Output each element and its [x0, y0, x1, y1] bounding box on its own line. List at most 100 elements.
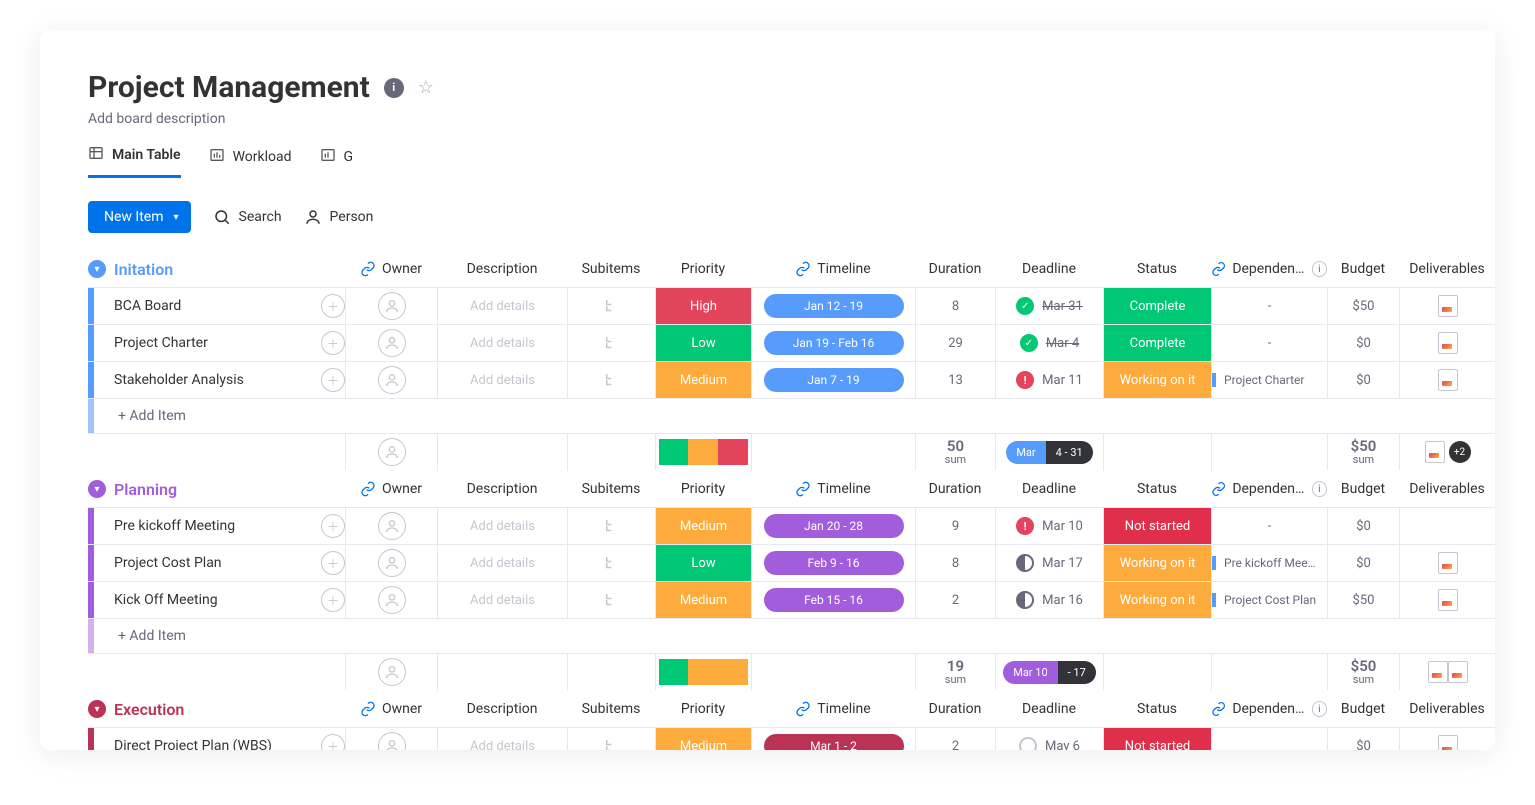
col-budget[interactable]: Budget [1327, 471, 1399, 507]
owner-avatar[interactable] [378, 292, 406, 320]
tab-g[interactable]: G [320, 145, 354, 178]
person-filter-button[interactable]: Person [304, 208, 374, 226]
status-cell[interactable]: Not started [1104, 508, 1211, 544]
col-priority[interactable]: Priority [655, 471, 751, 507]
table-row[interactable]: Project Cost Plan ＋ Add details Low Feb … [88, 544, 1495, 581]
conversation-icon[interactable]: ＋ [321, 588, 345, 612]
col-priority[interactable]: Priority [655, 251, 751, 287]
subitems-cell[interactable] [567, 325, 655, 361]
owner-avatar[interactable] [378, 366, 406, 394]
col-priority[interactable]: Priority [655, 691, 751, 727]
owner-avatar[interactable] [378, 658, 406, 686]
info-icon[interactable]: i [1312, 481, 1327, 497]
description-cell[interactable]: Add details [437, 362, 567, 398]
description-cell[interactable]: Add details [437, 325, 567, 361]
deadline-cell[interactable]: May 6 [995, 728, 1103, 750]
deliverables-cell[interactable] [1399, 728, 1495, 750]
tab-workload[interactable]: Workload [209, 145, 292, 178]
table-row[interactable]: Pre kickoff Meeting ＋ Add details Medium… [88, 507, 1495, 544]
group-header[interactable]: ▾ Planning [88, 472, 345, 507]
status-cell[interactable]: Working on it [1104, 582, 1211, 618]
owner-avatar[interactable] [378, 438, 406, 466]
priority-cell[interactable]: Medium [656, 508, 751, 544]
board-description[interactable]: Add board description [88, 111, 1447, 127]
priority-cell[interactable]: Low [656, 325, 751, 361]
timeline-cell[interactable]: Feb 9 - 16 [764, 551, 904, 575]
description-cell[interactable]: Add details [437, 288, 567, 324]
dependent-cell[interactable]: - [1211, 325, 1327, 361]
add-item-row[interactable]: + Add Item [88, 398, 1495, 433]
owner-avatar[interactable] [378, 549, 406, 577]
favorite-icon[interactable]: ☆ [418, 77, 434, 98]
subitems-cell[interactable] [567, 728, 655, 750]
col-status[interactable]: Status [1103, 471, 1211, 507]
col-timeline[interactable]: Timeline [817, 481, 870, 497]
col-owner[interactable]: Owner [382, 261, 422, 277]
conversation-icon[interactable]: ＋ [321, 551, 345, 575]
status-cell[interactable]: Complete [1104, 325, 1211, 361]
deliverables-cell[interactable] [1399, 545, 1495, 581]
priority-cell[interactable]: Medium [656, 582, 751, 618]
col-owner[interactable]: Owner [382, 481, 422, 497]
deadline-cell[interactable]: !Mar 11 [995, 362, 1103, 398]
timeline-cell[interactable]: Jan 20 - 28 [764, 514, 904, 538]
budget-cell[interactable]: $0 [1327, 728, 1399, 750]
group-name[interactable]: Planning [114, 480, 177, 499]
priority-cell[interactable]: Medium [656, 728, 751, 750]
collapse-icon[interactable]: ▾ [88, 480, 106, 498]
deliverables-cell[interactable] [1399, 288, 1495, 324]
budget-cell[interactable]: $50 [1327, 582, 1399, 618]
conversation-icon[interactable]: ＋ [321, 514, 345, 538]
col-timeline[interactable]: Timeline [817, 701, 870, 717]
priority-cell[interactable]: Medium [656, 362, 751, 398]
description-cell[interactable]: Add details [437, 545, 567, 581]
deadline-cell[interactable]: ✓Mar 4 [995, 325, 1103, 361]
subitems-cell[interactable] [567, 545, 655, 581]
timeline-cell[interactable]: Jan 7 - 19 [764, 368, 904, 392]
budget-cell[interactable]: $0 [1327, 325, 1399, 361]
priority-cell[interactable]: Low [656, 545, 751, 581]
table-row[interactable]: Stakeholder Analysis ＋ Add details Mediu… [88, 361, 1495, 398]
status-cell[interactable]: Not started [1104, 728, 1211, 750]
col-deliverables[interactable]: Deliverables [1399, 691, 1495, 727]
table-row[interactable]: Direct Project Plan (WBS) ＋ Add details … [88, 727, 1495, 750]
priority-cell[interactable]: High [656, 288, 751, 324]
group-name[interactable]: Execution [114, 700, 184, 719]
budget-cell[interactable]: $0 [1327, 362, 1399, 398]
owner-avatar[interactable] [378, 512, 406, 540]
subitems-cell[interactable] [567, 582, 655, 618]
col-subitems[interactable]: Subitems [567, 691, 655, 727]
deliverables-cell[interactable] [1399, 582, 1495, 618]
timeline-cell[interactable]: Jan 19 - Feb 16 [764, 331, 904, 355]
timeline-cell[interactable]: Feb 15 - 16 [764, 588, 904, 612]
col-status[interactable]: Status [1103, 251, 1211, 287]
deadline-cell[interactable]: Mar 17 [995, 545, 1103, 581]
timeline-cell[interactable]: Jan 12 - 19 [764, 294, 904, 318]
col-timeline[interactable]: Timeline [817, 261, 870, 277]
conversation-icon[interactable]: ＋ [321, 368, 345, 392]
dependent-cell[interactable]: Project Cost Plan [1211, 582, 1327, 618]
info-icon[interactable]: i [1312, 261, 1327, 277]
tab-main table[interactable]: Main Table [88, 145, 181, 178]
item-name[interactable]: Pre kickoff Meeting [114, 518, 313, 534]
item-name[interactable]: Direct Project Plan (WBS) [114, 738, 313, 750]
status-cell[interactable]: Working on it [1104, 362, 1211, 398]
subitems-cell[interactable] [567, 508, 655, 544]
group-name[interactable]: Initation [114, 260, 173, 279]
col-dependent[interactable]: Dependent… [1232, 481, 1305, 497]
col-dependent[interactable]: Dependent… [1232, 261, 1305, 277]
col-deadline[interactable]: Deadline [995, 251, 1103, 287]
add-item-row[interactable]: + Add Item [88, 618, 1495, 653]
more-files-badge[interactable]: +2 [1449, 441, 1471, 463]
subitems-cell[interactable] [567, 288, 655, 324]
conversation-icon[interactable]: ＋ [321, 331, 345, 355]
deadline-cell[interactable]: !Mar 10 [995, 508, 1103, 544]
table-row[interactable]: Project Charter ＋ Add details Low Jan 19… [88, 324, 1495, 361]
item-name[interactable]: Kick Off Meeting [114, 592, 313, 608]
info-icon[interactable]: i [1312, 701, 1327, 717]
col-deliverables[interactable]: Deliverables [1399, 471, 1495, 507]
timeline-cell[interactable]: Mar 1 - 2 [764, 734, 904, 750]
col-budget[interactable]: Budget [1327, 251, 1399, 287]
collapse-icon[interactable]: ▾ [88, 700, 106, 718]
group-header[interactable]: ▾ Initation [88, 252, 345, 287]
